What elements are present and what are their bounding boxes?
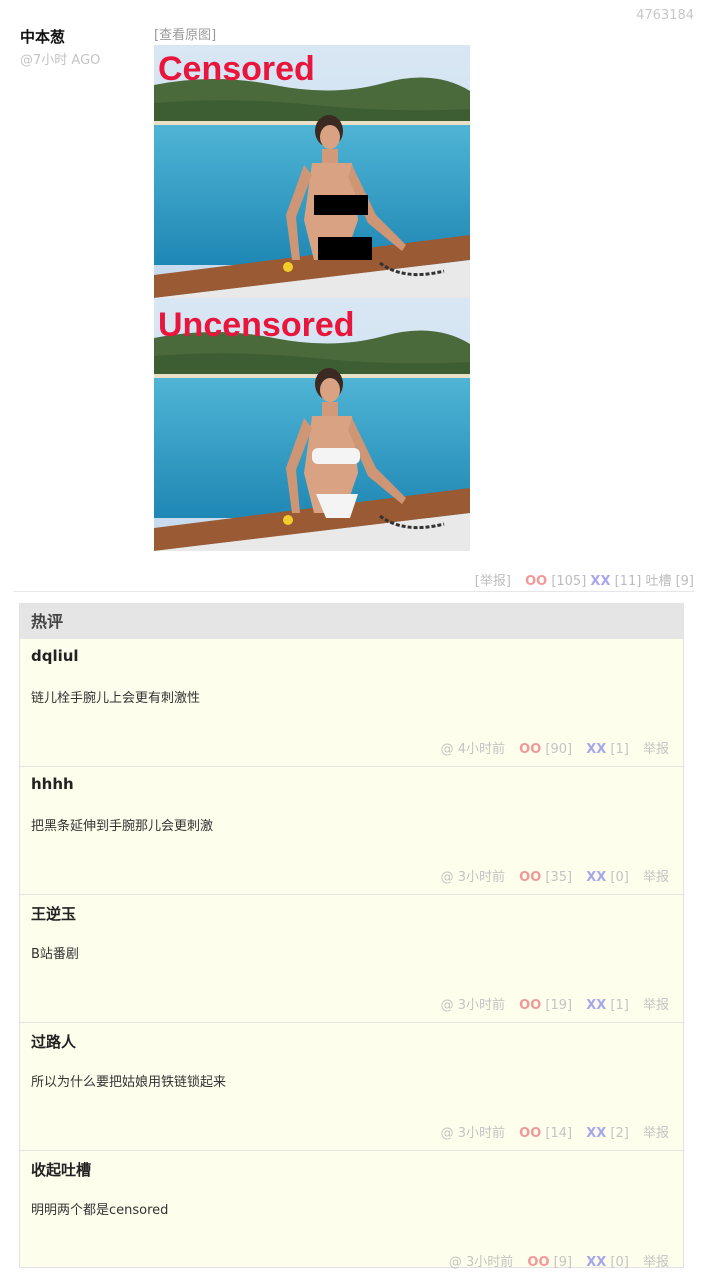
comment-time: 3小时前 — [457, 1126, 506, 1141]
comment-time: 3小时前 — [466, 1255, 514, 1270]
comment-author[interactable]: 收起吐槽 — [31, 1159, 91, 1180]
comment-xx-count: [0] — [610, 1255, 629, 1270]
reply-at-link[interactable]: @ — [441, 742, 454, 757]
comment-oo-button[interactable]: OO — [519, 742, 541, 757]
comment-meta: @ 3小时前 OO [19] XX [1] 举报 — [441, 994, 669, 1013]
comment-author[interactable]: 过路人 — [31, 1031, 76, 1052]
comment-text: B站番剧 — [31, 947, 79, 962]
comment-time: 4小时前 — [457, 742, 506, 757]
post-page: 4763184 中本葱 @7小时 AGO [查看原图] Censored Unc… — [0, 0, 714, 1284]
comment-author[interactable]: hhhh — [31, 775, 74, 793]
reply-at-link[interactable]: @ — [441, 998, 454, 1013]
comment-item: dqliul 链儿栓手腕儿上会更有刺激性 @ 4小时前 OO [90] XX [… — [20, 639, 683, 767]
uncensored-photo[interactable]: Uncensored — [154, 298, 470, 551]
post-id: 4763184 — [636, 8, 694, 23]
comment-xx-button[interactable]: XX — [586, 1126, 606, 1141]
reply-at-link[interactable]: @ — [449, 1255, 462, 1270]
post-oo-button[interactable]: OO — [525, 574, 547, 589]
comment-text: 明明两个都是censored — [31, 1203, 169, 1218]
author-name[interactable]: 中本葱 — [20, 26, 100, 47]
reply-at-link[interactable]: @ — [441, 870, 454, 885]
post-report-link[interactable]: [举报] — [475, 570, 511, 589]
comment-report-link[interactable]: 举报 — [643, 866, 669, 885]
censored-caption: Censored — [158, 50, 315, 88]
comment-xx-count: [1] — [610, 998, 629, 1013]
post-oo-count: [105] — [551, 574, 587, 589]
comment-time: 3小时前 — [457, 870, 506, 885]
comment-oo-button[interactable]: OO — [527, 1255, 549, 1270]
comment-xx-button[interactable]: XX — [586, 998, 606, 1013]
comment-text: 把黑条延伸到手腕那儿会更刺激 — [31, 819, 214, 834]
divider — [14, 591, 694, 592]
comment-item: 过路人 所以为什么要把姑娘用铁链锁起来 @ 3小时前 OO [14] XX [2… — [20, 1023, 683, 1151]
comment-xx-count: [2] — [610, 1126, 629, 1141]
post-tucao-link[interactable]: 吐槽 [9] — [645, 570, 694, 589]
comment-xx-button[interactable]: XX — [586, 1255, 606, 1270]
comment-oo-count: [19] — [545, 998, 573, 1013]
comment-oo-count: [9] — [553, 1255, 573, 1270]
comment-oo-count: [35] — [545, 870, 573, 885]
comment-text: 所以为什么要把姑娘用铁链锁起来 — [31, 1075, 227, 1090]
hot-comments-title: 热评 — [20, 604, 683, 639]
comment-oo-button[interactable]: OO — [519, 1126, 541, 1141]
comment-meta: @ 3小时前 OO [14] XX [2] 举报 — [441, 1122, 669, 1141]
comment-oo-button[interactable]: OO — [519, 870, 541, 885]
hot-comments-panel: 热评 dqliul 链儿栓手腕儿上会更有刺激性 @ 4小时前 OO [90] X… — [19, 603, 684, 1270]
comment-xx-button[interactable]: XX — [586, 742, 606, 757]
comment-xx-count: [0] — [610, 870, 629, 885]
uncensored-caption: Uncensored — [158, 306, 355, 344]
comment-xx-button[interactable]: XX — [586, 870, 606, 885]
comment-meta: @ 4小时前 OO [90] XX [1] 举报 — [441, 738, 669, 757]
comment-oo-button[interactable]: OO — [519, 998, 541, 1013]
comment-meta: @ 3小时前 OO [35] XX [0] 举报 — [441, 866, 669, 885]
post-author: 中本葱 @7小时 AGO — [20, 26, 100, 68]
comment-oo-count: [90] — [545, 742, 573, 757]
comment-author[interactable]: dqliul — [31, 647, 79, 665]
post-xx-button[interactable]: XX — [590, 574, 610, 589]
reply-at-link[interactable]: @ — [441, 1126, 454, 1141]
comment-report-link[interactable]: 举报 — [643, 994, 669, 1013]
post-actions: [举报] OO [105] XX [11] 吐槽 [9] — [475, 570, 694, 589]
comment-meta: @ 3小时前 OO [9] XX [0] 举报 — [449, 1251, 669, 1270]
comment-oo-count: [14] — [545, 1126, 573, 1141]
comment-author[interactable]: 王逆玉 — [31, 903, 76, 924]
comment-report-link[interactable]: 举报 — [643, 738, 669, 757]
censored-photo[interactable]: Censored — [154, 45, 470, 298]
comment-xx-count: [1] — [610, 742, 629, 757]
post-xx-count: [11] — [614, 574, 642, 589]
comment-report-link[interactable]: 举报 — [643, 1122, 669, 1141]
comment-time: 3小时前 — [457, 998, 506, 1013]
comment-report-link[interactable]: 举报 — [643, 1251, 669, 1270]
comment-item: hhhh 把黑条延伸到手腕那儿会更刺激 @ 3小时前 OO [35] XX [0… — [20, 767, 683, 895]
view-original-link[interactable]: [查看原图] — [154, 24, 216, 43]
comment-item: 王逆玉 B站番剧 @ 3小时前 OO [19] XX [1] 举报 — [20, 895, 683, 1023]
post-time: @7小时 AGO — [20, 53, 101, 68]
comment-text: 链儿栓手腕儿上会更有刺激性 — [31, 691, 201, 706]
comment-item: 收起吐槽 明明两个都是censored @ 3小时前 OO [9] XX [0]… — [20, 1151, 683, 1279]
